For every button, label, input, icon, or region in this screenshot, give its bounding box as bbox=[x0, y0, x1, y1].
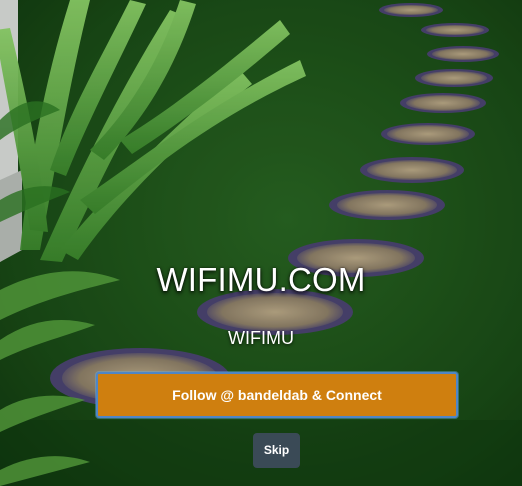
network-name: WIFIMU bbox=[228, 328, 294, 348]
portal-overlay: WIFIMU.COM WIFIMU Follow @ bandeldab & C… bbox=[0, 0, 522, 486]
follow-and-connect-button[interactable]: Follow @ bandeldab & Connect bbox=[96, 372, 458, 418]
site-title: WIFIMU.COM bbox=[156, 261, 366, 298]
skip-button[interactable]: Skip bbox=[253, 433, 300, 468]
